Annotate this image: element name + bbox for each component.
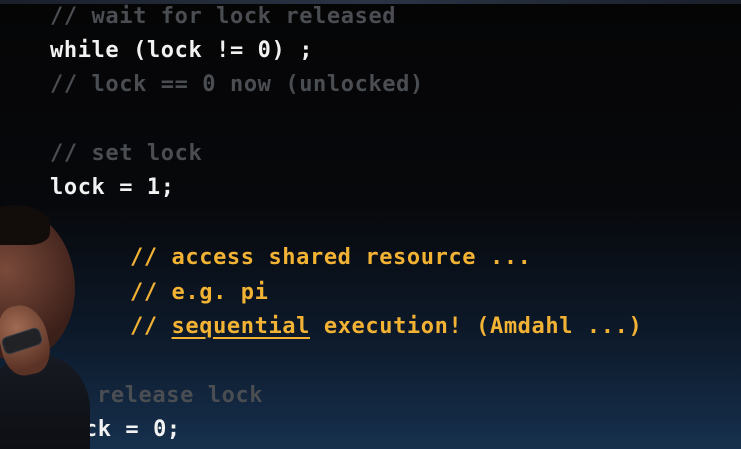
code-lock-assign-1: lock = 1; (50, 175, 175, 200)
code-comment-release-lock: release lock (97, 383, 264, 408)
presenter-video-overlay (0, 205, 95, 449)
code-comment-access-shared: // access shared resource ... (130, 245, 532, 270)
code-comment-sequential: // sequential execution! (Amdahl ...) (130, 314, 642, 340)
code-comment-unlocked: // lock == 0 now (unlocked) (50, 72, 424, 97)
comment-suffix: execution! (Amdahl ...) (310, 314, 643, 339)
comment-prefix: // (130, 314, 172, 339)
code-while-loop: while (lock != 0) ; (50, 38, 314, 63)
lecture-slide: // wait for lock released while (lock !=… (0, 0, 741, 449)
code-comment-wait: // wait for lock released (50, 4, 397, 29)
code-comment-example-pi: // e.g. pi (130, 280, 269, 305)
code-comment-set-lock: // set lock (50, 141, 203, 166)
presenter-hair (0, 205, 50, 245)
sequential-underlined-word: sequential (171, 314, 310, 339)
